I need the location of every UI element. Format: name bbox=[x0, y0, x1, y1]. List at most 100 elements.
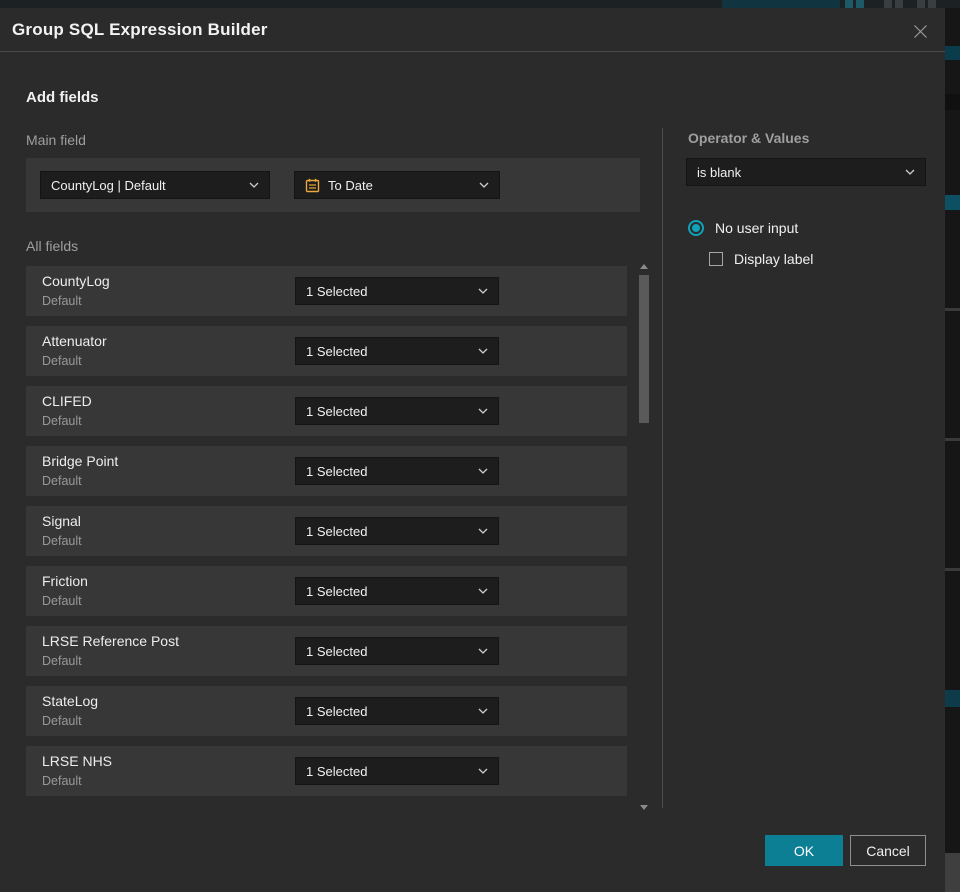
field-row: Signal Default 1 Selected bbox=[26, 506, 627, 556]
close-icon[interactable] bbox=[907, 18, 933, 44]
main-field-dropdown[interactable]: CountyLog | Default bbox=[40, 171, 270, 199]
radio-icon bbox=[688, 220, 704, 236]
field-selected-dropdown-value: 1 Selected bbox=[306, 523, 368, 539]
field-selected-dropdown[interactable]: 1 Selected bbox=[295, 277, 499, 305]
field-row: Attenuator Default 1 Selected bbox=[26, 326, 627, 376]
field-selected-dropdown-value: 1 Selected bbox=[306, 403, 368, 419]
field-selected-dropdown-value: 1 Selected bbox=[306, 463, 368, 479]
group-sql-expression-builder-dialog: Group SQL Expression Builder Add fields … bbox=[0, 8, 945, 892]
no-user-input-label: No user input bbox=[715, 220, 799, 236]
dialog-title: Group SQL Expression Builder bbox=[12, 20, 268, 39]
field-selected-dropdown-value: 1 Selected bbox=[306, 643, 368, 659]
field-name: Friction bbox=[42, 573, 88, 589]
field-subtitle: Default bbox=[42, 714, 82, 728]
display-label-label: Display label bbox=[734, 251, 814, 267]
chevron-down-icon bbox=[478, 648, 488, 654]
field-selected-dropdown[interactable]: 1 Selected bbox=[295, 637, 499, 665]
background-fragment bbox=[945, 853, 960, 892]
field-selected-dropdown-value: 1 Selected bbox=[306, 283, 368, 299]
main-field-type-dropdown-value: To Date bbox=[328, 177, 373, 193]
field-selected-dropdown[interactable]: 1 Selected bbox=[295, 397, 499, 425]
field-name: Bridge Point bbox=[42, 453, 119, 469]
background-fragment bbox=[945, 308, 960, 311]
field-row: StateLog Default 1 Selected bbox=[26, 686, 627, 736]
toolbar-fragment-icon bbox=[895, 0, 903, 8]
main-field-type-dropdown[interactable]: To Date bbox=[294, 171, 500, 199]
chevron-down-icon bbox=[479, 182, 489, 188]
chevron-down-icon bbox=[478, 288, 488, 294]
operator-dropdown-value: is blank bbox=[697, 164, 742, 180]
field-selected-dropdown[interactable]: 1 Selected bbox=[295, 337, 499, 365]
toolbar-fragment-icon bbox=[856, 0, 864, 8]
chevron-down-icon bbox=[478, 408, 488, 414]
background-fragment bbox=[945, 195, 960, 210]
field-selected-dropdown-value: 1 Selected bbox=[306, 703, 368, 719]
field-selected-dropdown[interactable]: 1 Selected bbox=[295, 457, 499, 485]
field-subtitle: Default bbox=[42, 534, 82, 548]
main-field-bar: CountyLog | Default To Date bbox=[26, 158, 640, 212]
field-subtitle: Default bbox=[42, 294, 82, 308]
toolbar-fragment-icon bbox=[884, 0, 892, 8]
field-name: CLIFED bbox=[42, 393, 92, 409]
scroll-down-icon[interactable] bbox=[640, 805, 648, 810]
field-subtitle: Default bbox=[42, 414, 82, 428]
field-row: LRSE Reference Post Default 1 Selected bbox=[26, 626, 627, 676]
field-name: Signal bbox=[42, 513, 81, 529]
chevron-down-icon bbox=[478, 468, 488, 474]
field-subtitle: Default bbox=[42, 654, 82, 668]
fields-list-scrollbar[interactable] bbox=[638, 258, 650, 810]
field-row: LRSE NHS Default 1 Selected bbox=[26, 746, 627, 796]
main-field-dropdown-value: CountyLog | Default bbox=[51, 177, 166, 193]
cancel-button[interactable]: Cancel bbox=[850, 835, 926, 866]
panel-divider bbox=[662, 128, 663, 808]
field-name: LRSE NHS bbox=[42, 753, 113, 769]
chevron-down-icon bbox=[905, 169, 915, 175]
field-subtitle: Default bbox=[42, 774, 82, 788]
field-selected-dropdown[interactable]: 1 Selected bbox=[295, 577, 499, 605]
live-view-button[interactable]: Live view bbox=[722, 0, 840, 8]
field-row: Bridge Point Default 1 Selected bbox=[26, 446, 627, 496]
field-subtitle: Default bbox=[42, 354, 82, 368]
field-name: Attenuator bbox=[42, 333, 107, 349]
background-fragment bbox=[945, 46, 960, 60]
field-row: CountyLog Default 1 Selected bbox=[26, 266, 627, 316]
scrollbar-thumb[interactable] bbox=[639, 275, 649, 423]
field-row: Friction Default 1 Selected bbox=[26, 566, 627, 616]
chevron-down-icon bbox=[478, 768, 488, 774]
field-name: StateLog bbox=[42, 693, 99, 709]
field-selected-dropdown-value: 1 Selected bbox=[306, 763, 368, 779]
calendar-icon bbox=[305, 178, 320, 193]
field-subtitle: Default bbox=[42, 594, 82, 608]
operator-dropdown[interactable]: is blank bbox=[686, 158, 926, 186]
toolbar-fragment-icon bbox=[928, 0, 936, 8]
chevron-down-icon bbox=[478, 588, 488, 594]
ok-button[interactable]: OK bbox=[765, 835, 843, 866]
background-fragment bbox=[945, 690, 960, 707]
background-app-toolbar: Live view bbox=[0, 0, 960, 8]
live-view-label: Live view bbox=[763, 0, 812, 3]
chevron-down-icon bbox=[478, 708, 488, 714]
dialog-header: Group SQL Expression Builder bbox=[0, 8, 945, 52]
field-selected-dropdown[interactable]: 1 Selected bbox=[295, 757, 499, 785]
chevron-down-icon bbox=[478, 348, 488, 354]
background-app-right-edge bbox=[945, 8, 960, 892]
field-selected-dropdown[interactable]: 1 Selected bbox=[295, 517, 499, 545]
background-fragment bbox=[945, 568, 960, 571]
field-name: LRSE Reference Post bbox=[42, 633, 179, 649]
field-name: CountyLog bbox=[42, 273, 110, 289]
field-subtitle: Default bbox=[42, 474, 82, 488]
scroll-up-icon[interactable] bbox=[640, 264, 648, 269]
all-fields-label: All fields bbox=[26, 238, 79, 254]
background-fragment bbox=[945, 438, 960, 441]
background-fragment bbox=[945, 94, 960, 110]
chevron-down-icon bbox=[478, 528, 488, 534]
toolbar-fragment-icon bbox=[845, 0, 853, 8]
field-selected-dropdown[interactable]: 1 Selected bbox=[295, 697, 499, 725]
checkbox-icon bbox=[709, 252, 723, 266]
all-fields-list: CountyLog Default 1 Selected Attenuator … bbox=[26, 266, 627, 806]
no-user-input-radio[interactable]: No user input bbox=[688, 220, 798, 236]
add-fields-heading: Add fields bbox=[26, 89, 99, 106]
main-field-label: Main field bbox=[26, 132, 86, 148]
display-label-checkbox[interactable]: Display label bbox=[709, 251, 813, 267]
field-selected-dropdown-value: 1 Selected bbox=[306, 343, 368, 359]
